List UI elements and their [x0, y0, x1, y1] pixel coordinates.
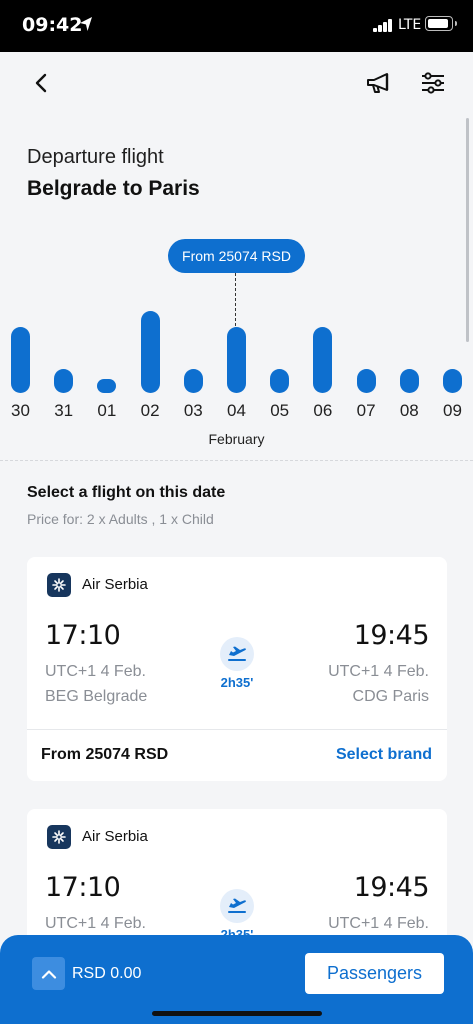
- date-price-bar[interactable]: [97, 379, 117, 393]
- total-price: RSD 0.00: [72, 965, 142, 982]
- date-day-label[interactable]: 04: [217, 401, 257, 421]
- departure-time: 17:10: [45, 620, 121, 651]
- date-day-label[interactable]: 06: [303, 401, 343, 421]
- location-arrow-icon: [80, 17, 92, 31]
- date-day-label[interactable]: 09: [433, 401, 473, 421]
- date-day-label[interactable]: 01: [87, 401, 127, 421]
- airline-name: Air Serbia: [82, 576, 148, 593]
- date-day-label[interactable]: 05: [260, 401, 300, 421]
- date-price-bar[interactable]: [399, 369, 419, 393]
- date-price-bar[interactable]: [140, 311, 160, 393]
- date-price-bar[interactable]: [227, 327, 246, 393]
- date-price-bar[interactable]: [11, 327, 30, 393]
- network-label: LTE: [398, 17, 422, 33]
- departure-airport: BEG Belgrade: [45, 688, 148, 705]
- flight-duration: 2h35': [220, 675, 254, 690]
- signal-bars-icon: [373, 19, 393, 32]
- status-bar: 09:42 LTE: [0, 0, 473, 52]
- departure-date: UTC+1 4 Feb.: [45, 663, 146, 680]
- date-price-bar[interactable]: [54, 369, 74, 393]
- airline-name: Air Serbia: [82, 828, 148, 845]
- month-label: February: [208, 431, 265, 447]
- date-price-bar[interactable]: [313, 327, 333, 393]
- filter-sliders-icon: [422, 72, 444, 94]
- date-day-label[interactable]: 31: [44, 401, 84, 421]
- date-day-label[interactable]: 08: [389, 401, 429, 421]
- passengers-button[interactable]: Passengers: [305, 953, 444, 994]
- air-serbia-logo: [47, 573, 71, 597]
- expand-summary-button[interactable]: [32, 957, 65, 990]
- flight-price: From 25074 RSD: [41, 746, 169, 763]
- back-chevron-icon: [35, 73, 47, 93]
- back-button[interactable]: [24, 66, 58, 100]
- arrival-date: UTC+1 4 Feb.: [328, 915, 429, 932]
- arrival-time: 19:45: [353, 620, 430, 651]
- date-day-label[interactable]: 07: [346, 401, 386, 421]
- card-divider: [27, 729, 447, 730]
- plane-departure-icon: [220, 637, 254, 671]
- departure-date: UTC+1 4 Feb.: [45, 915, 146, 932]
- date-price-bar[interactable]: [443, 369, 462, 393]
- megaphone-icon: [367, 73, 389, 93]
- date-price-bar[interactable]: [183, 369, 203, 393]
- status-time: 09:42: [22, 14, 83, 36]
- air-serbia-logo: [47, 825, 71, 849]
- price-for-label: Price for: 2 x Adults , 1 x Child: [27, 511, 214, 527]
- filter-button[interactable]: [415, 66, 451, 100]
- select-brand-button[interactable]: Select brand: [336, 746, 432, 764]
- date-price-bar[interactable]: [270, 369, 290, 393]
- home-indicator: [152, 1011, 322, 1016]
- date-day-label[interactable]: 02: [130, 401, 170, 421]
- flight-card[interactable]: Air Serbia 17:10 19:45 UTC+1 4 Feb. BEG …: [27, 557, 447, 781]
- section-divider: [0, 460, 473, 461]
- page-title: Belgrade to Paris: [27, 177, 200, 200]
- plane-departure-icon: [220, 889, 254, 923]
- date-price-bar[interactable]: [356, 369, 376, 393]
- announcements-button[interactable]: [361, 66, 397, 100]
- chevron-up-icon: [41, 969, 56, 979]
- departure-time: 17:10: [45, 872, 121, 903]
- app-bar: [0, 52, 473, 114]
- date-day-label[interactable]: 30: [1, 401, 41, 421]
- arrival-time: 19:45: [353, 872, 430, 903]
- battery-icon: [425, 16, 457, 31]
- selected-price-bubble: From 25074 RSD: [168, 239, 305, 273]
- page-subtitle: Departure flight: [27, 146, 164, 168]
- scroll-indicator[interactable]: [466, 118, 469, 342]
- arrival-date: UTC+1 4 Feb.: [328, 663, 429, 680]
- selected-date-indicator-line: [235, 273, 236, 326]
- date-day-label[interactable]: 03: [173, 401, 213, 421]
- arrival-airport: CDG Paris: [352, 688, 429, 705]
- flights-section-title: Select a flight on this date: [27, 484, 226, 501]
